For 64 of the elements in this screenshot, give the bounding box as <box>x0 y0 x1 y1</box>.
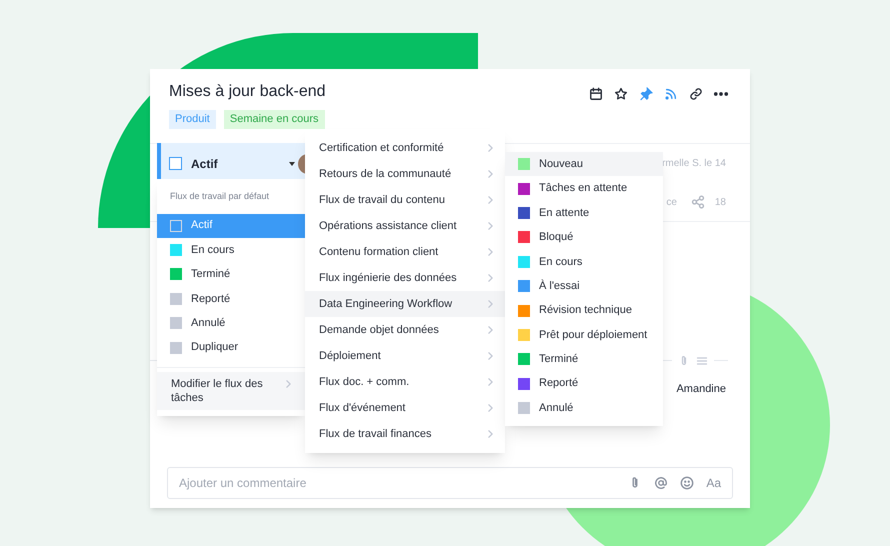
chevron-icon[interactable] <box>488 326 493 334</box>
workflow-option[interactable]: Flux de travail finances <box>305 421 505 447</box>
color-swatch <box>170 220 182 232</box>
tag: Produit <box>169 110 216 128</box>
chevron-icon[interactable] <box>488 430 493 438</box>
status-option[interactable]: Dupliquer <box>157 335 305 360</box>
status-option[interactable]: Terminé <box>157 262 305 287</box>
chevron-icon[interactable] <box>488 352 493 360</box>
more-icon[interactable] <box>714 92 728 96</box>
link-icon[interactable] <box>689 87 703 101</box>
chevron-icon[interactable] <box>488 170 493 178</box>
chevron-icon[interactable] <box>488 248 493 256</box>
meta-text: rmelle S. le 14 <box>662 157 726 171</box>
task-title: Mises à jour back-end <box>169 82 326 102</box>
workflow-option[interactable]: Data Engineering Workflow <box>305 291 505 317</box>
share-count: 18 <box>714 196 726 210</box>
workflow-option[interactable]: Flux doc. + comm. <box>305 369 505 395</box>
status-option[interactable]: Révision technique <box>505 298 663 323</box>
status-option[interactable]: En attente <box>505 200 663 226</box>
status-option[interactable]: Terminé <box>505 347 663 372</box>
status-checkbox[interactable] <box>169 157 182 170</box>
status-option[interactable]: En cours <box>505 250 663 274</box>
workflow-option[interactable]: Flux de travail du contenu <box>305 187 505 213</box>
workflow-option[interactable]: Flux ingénierie des données <box>305 265 505 291</box>
chevron-icon[interactable] <box>286 380 291 388</box>
meta-text: ce <box>666 196 677 210</box>
chevron-icon[interactable] <box>488 300 493 308</box>
workflow-option[interactable]: Déploiement <box>305 343 505 369</box>
feed-icon[interactable] <box>664 87 678 101</box>
status-option[interactable]: Nouveau <box>505 152 663 176</box>
workflow-option[interactable]: Contenu formation client <box>305 239 505 265</box>
workflow-option[interactable]: Flux d'événement <box>305 395 505 421</box>
status-option[interactable]: Annulé <box>505 396 663 420</box>
emoji-icon[interactable] <box>680 476 694 490</box>
chevron-icon[interactable] <box>488 144 493 152</box>
tag: Semaine en cours <box>224 110 325 128</box>
mention-icon[interactable] <box>654 476 668 490</box>
status-option[interactable]: En cours <box>157 238 305 262</box>
status-option[interactable]: Reporté <box>157 286 305 312</box>
star-icon[interactable] <box>614 87 628 101</box>
calendar-icon[interactable] <box>589 87 603 101</box>
chevron-icon[interactable] <box>488 404 493 412</box>
chevron-icon[interactable] <box>488 274 493 282</box>
status-option[interactable]: À l'essai <box>505 274 663 298</box>
caret-icon[interactable] <box>289 162 295 166</box>
workflow-option[interactable]: Certification et conformité <box>305 135 505 161</box>
status-option[interactable]: Annulé <box>157 311 305 336</box>
assignee-name: Amandine <box>676 382 726 396</box>
chevron-icon[interactable] <box>488 222 493 230</box>
status-option[interactable]: Bloqué <box>505 225 663 250</box>
pin-icon[interactable] <box>639 87 653 101</box>
workflow-option[interactable]: Retours de la communauté <box>305 161 505 187</box>
list-icon[interactable] <box>696 354 708 366</box>
share-icon[interactable] <box>690 195 705 209</box>
status-option[interactable]: Tâches en attente <box>505 176 663 201</box>
workflow-option[interactable]: Demande objet données <box>305 317 505 343</box>
status-label: Actif <box>191 156 219 172</box>
edit-workflow-item[interactable]: Modifier le flux des tâches <box>157 372 305 410</box>
menu-header: Flux de travail par défaut <box>169 190 270 203</box>
chevron-icon[interactable] <box>488 378 493 386</box>
workflow-option[interactable]: Opérations assistance client <box>305 213 505 239</box>
status-option[interactable]: Prêt pour déploiement <box>505 322 663 348</box>
chevron-icon[interactable] <box>488 196 493 204</box>
status-option[interactable]: Reporté <box>505 372 663 396</box>
